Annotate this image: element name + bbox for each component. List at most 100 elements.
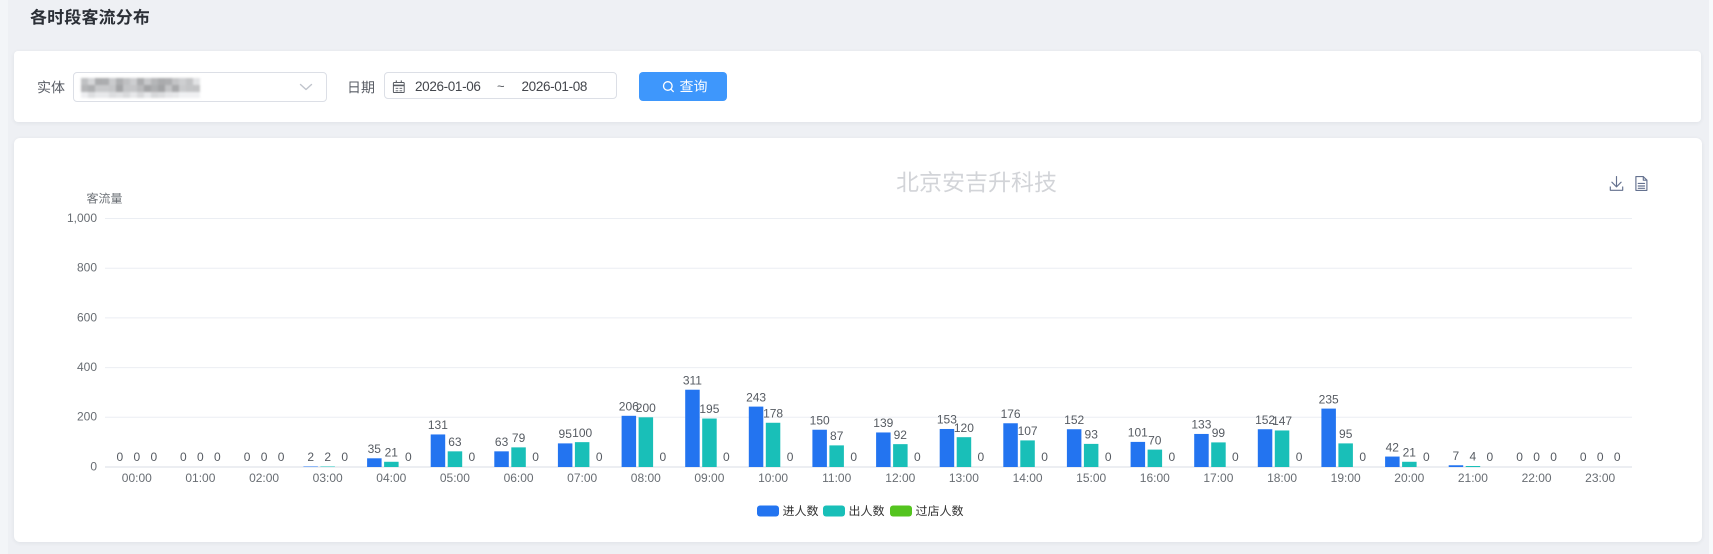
svg-text:0: 0 [150, 450, 157, 464]
svg-text:0: 0 [1232, 450, 1239, 464]
svg-text:10:00: 10:00 [758, 471, 788, 485]
svg-text:0: 0 [978, 450, 985, 464]
svg-text:0: 0 [1105, 450, 1112, 464]
svg-text:0: 0 [133, 450, 140, 464]
svg-text:92: 92 [894, 428, 908, 442]
svg-text:0: 0 [787, 450, 794, 464]
svg-text:150: 150 [810, 413, 830, 427]
svg-text:120: 120 [954, 421, 974, 435]
svg-text:0: 0 [1041, 450, 1048, 464]
svg-text:95: 95 [1339, 427, 1353, 441]
svg-text:63: 63 [448, 435, 462, 449]
svg-text:0: 0 [1597, 450, 1604, 464]
svg-text:12:00: 12:00 [885, 471, 915, 485]
svg-text:107: 107 [1018, 424, 1038, 438]
svg-text:147: 147 [1272, 414, 1292, 428]
svg-text:2: 2 [307, 450, 314, 464]
svg-text:0: 0 [1359, 450, 1366, 464]
svg-text:2026-01-06: 2026-01-06 [415, 79, 481, 94]
svg-text:01:00: 01:00 [185, 471, 215, 485]
svg-text:0: 0 [1487, 450, 1494, 464]
svg-text:2026-01-08: 2026-01-08 [522, 79, 588, 94]
svg-text:800: 800 [77, 261, 97, 275]
svg-text:131: 131 [428, 418, 448, 432]
svg-text:0: 0 [914, 450, 921, 464]
svg-text:0: 0 [1614, 450, 1621, 464]
svg-text:19:00: 19:00 [1331, 471, 1361, 485]
svg-text:101: 101 [1128, 426, 1148, 440]
svg-text:00:00: 00:00 [122, 471, 152, 485]
svg-text:0: 0 [116, 450, 123, 464]
svg-text:100: 100 [572, 426, 592, 440]
svg-text:13:00: 13:00 [949, 471, 979, 485]
svg-text:133: 133 [1191, 418, 1211, 432]
svg-text:95: 95 [559, 427, 573, 441]
svg-text:23:00: 23:00 [1585, 471, 1615, 485]
svg-text:243: 243 [746, 390, 766, 404]
svg-text:0: 0 [1516, 450, 1523, 464]
svg-text:0: 0 [1580, 450, 1587, 464]
svg-text:07:00: 07:00 [567, 471, 597, 485]
svg-text:0: 0 [1533, 450, 1540, 464]
svg-text:03:00: 03:00 [313, 471, 343, 485]
svg-text:200: 200 [77, 410, 97, 424]
svg-text:0: 0 [1550, 450, 1557, 464]
svg-text:0: 0 [1168, 450, 1175, 464]
svg-text:14:00: 14:00 [1013, 471, 1043, 485]
svg-text:11:00: 11:00 [822, 471, 851, 485]
svg-text:176: 176 [1001, 407, 1021, 421]
svg-text:87: 87 [830, 429, 844, 443]
svg-text:0: 0 [90, 459, 97, 473]
svg-text:35: 35 [368, 442, 382, 456]
svg-text:0: 0 [596, 450, 603, 464]
svg-text:63: 63 [495, 435, 509, 449]
svg-text:0: 0 [341, 450, 348, 464]
svg-text:400: 400 [77, 360, 97, 374]
svg-text:70: 70 [1148, 433, 1162, 447]
svg-text:4: 4 [1470, 450, 1477, 464]
svg-text:0: 0 [469, 450, 476, 464]
svg-text:05:00: 05:00 [440, 471, 470, 485]
svg-text:2: 2 [324, 450, 331, 464]
svg-text:~: ~ [497, 79, 505, 94]
svg-text:21: 21 [1403, 446, 1417, 460]
svg-text:0: 0 [1296, 450, 1303, 464]
svg-text:16:00: 16:00 [1140, 471, 1170, 485]
svg-text:0: 0 [261, 450, 268, 464]
svg-text:79: 79 [512, 431, 526, 445]
svg-text:21: 21 [385, 446, 399, 460]
svg-text:93: 93 [1085, 428, 1099, 442]
svg-text:21:00: 21:00 [1458, 471, 1488, 485]
svg-text:235: 235 [1319, 392, 1339, 406]
svg-text:02:00: 02:00 [249, 471, 279, 485]
svg-text:152: 152 [1064, 413, 1084, 427]
svg-text:0: 0 [1423, 450, 1430, 464]
svg-text:600: 600 [77, 310, 97, 324]
svg-text:0: 0 [197, 450, 204, 464]
svg-text:0: 0 [214, 450, 221, 464]
svg-text:09:00: 09:00 [694, 471, 724, 485]
svg-text:0: 0 [278, 450, 285, 464]
svg-text:22:00: 22:00 [1522, 471, 1552, 485]
svg-text:139: 139 [873, 416, 893, 430]
svg-text:0: 0 [659, 450, 666, 464]
svg-text:1,000: 1,000 [67, 211, 97, 225]
svg-text:311: 311 [683, 373, 702, 387]
svg-text:15:00: 15:00 [1076, 471, 1106, 485]
svg-text:200: 200 [636, 401, 656, 415]
svg-text:0: 0 [244, 450, 251, 464]
svg-text:0: 0 [532, 450, 539, 464]
svg-text:195: 195 [699, 402, 719, 416]
svg-text:0: 0 [850, 450, 857, 464]
svg-text:7: 7 [1453, 449, 1460, 463]
svg-text:06:00: 06:00 [504, 471, 534, 485]
svg-text:0: 0 [405, 450, 412, 464]
svg-text:18:00: 18:00 [1267, 471, 1297, 485]
svg-text:42: 42 [1386, 440, 1400, 454]
svg-text:178: 178 [763, 407, 783, 421]
svg-text:04:00: 04:00 [376, 471, 406, 485]
svg-text:99: 99 [1212, 426, 1226, 440]
svg-text:20:00: 20:00 [1394, 471, 1424, 485]
svg-text:0: 0 [723, 450, 730, 464]
svg-text:0: 0 [180, 450, 187, 464]
